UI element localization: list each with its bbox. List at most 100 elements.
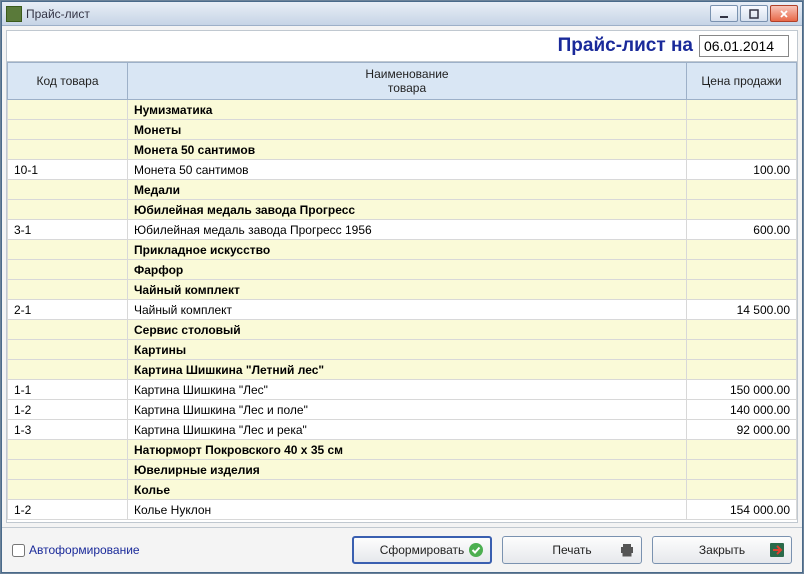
cell-price [687, 180, 797, 200]
cell-name: Юбилейная медаль завода Прогресс 1956 [128, 220, 687, 240]
footer-buttons: Сформировать Печать Закрыть [352, 536, 792, 564]
col-code[interactable]: Код товара [8, 63, 128, 100]
cell-price [687, 120, 797, 140]
cell-code [8, 340, 128, 360]
cell-code: 1-2 [8, 400, 128, 420]
minimize-button[interactable] [710, 5, 738, 22]
close-icon [778, 8, 790, 20]
print-button[interactable]: Печать [502, 536, 642, 564]
check-icon [468, 542, 484, 558]
col-price-label: Цена продажи [701, 74, 781, 88]
cell-name: Монета 50 сантимов [128, 140, 687, 160]
table-row[interactable]: Монета 50 сантимов [8, 140, 797, 160]
cell-code [8, 140, 128, 160]
table-row[interactable]: Ювелирные изделия [8, 460, 797, 480]
window-title: Прайс-лист [26, 7, 710, 21]
col-name[interactable]: Наименование товара [128, 63, 687, 100]
print-icon [619, 542, 635, 558]
date-input[interactable] [699, 35, 789, 57]
col-price[interactable]: Цена продажи [687, 63, 797, 100]
table-row[interactable]: 2-1Чайный комплект14 500.00 [8, 300, 797, 320]
col-name-label-1: Наименование [134, 67, 680, 81]
cell-name: Монета 50 сантимов [128, 160, 687, 180]
cell-code: 10-1 [8, 160, 128, 180]
table-row[interactable]: 1-3Картина Шишкина "Лес и река"92 000.00 [8, 420, 797, 440]
cell-name: Медали [128, 180, 687, 200]
cell-code [8, 460, 128, 480]
cell-name: Ювелирные изделия [128, 460, 687, 480]
maximize-icon [748, 8, 760, 20]
cell-price [687, 100, 797, 120]
table-row[interactable]: Медали [8, 180, 797, 200]
autoform-checkbox-wrap[interactable]: Автоформирование [12, 543, 140, 557]
cell-name: Чайный комплект [128, 280, 687, 300]
cell-price [687, 440, 797, 460]
autoform-checkbox[interactable] [12, 544, 25, 557]
cell-name: Юбилейная медаль завода Прогресс [128, 200, 687, 220]
close-label: Закрыть [699, 543, 745, 557]
cell-price [687, 480, 797, 500]
cell-name: Монеты [128, 120, 687, 140]
cell-price [687, 280, 797, 300]
app-icon [6, 6, 22, 22]
content-panel: Прайс-лист на Код товара Наименование то… [6, 30, 798, 523]
cell-price: 600.00 [687, 220, 797, 240]
table-row[interactable]: 1-2Картина Шишкина "Лес и поле"140 000.0… [8, 400, 797, 420]
table-row[interactable]: 1-2Колье Нуклон154 000.00 [8, 500, 797, 520]
price-table: Код товара Наименование товара Цена прод… [7, 62, 797, 520]
cell-name: Нумизматика [128, 100, 687, 120]
table-row[interactable]: Фарфор [8, 260, 797, 280]
table-row[interactable]: Юбилейная медаль завода Прогресс [8, 200, 797, 220]
cell-code [8, 100, 128, 120]
cell-code [8, 280, 128, 300]
cell-price: 140 000.00 [687, 400, 797, 420]
header-row: Прайс-лист на [7, 31, 797, 61]
maximize-button[interactable] [740, 5, 768, 22]
cell-name: Картина Шишкина "Лес" [128, 380, 687, 400]
close-button[interactable]: Закрыть [652, 536, 792, 564]
cell-name: Натюрморт Покровского 40 х 35 см [128, 440, 687, 460]
table-row[interactable]: Картины [8, 340, 797, 360]
cell-code: 1-1 [8, 380, 128, 400]
table-row[interactable]: Нумизматика [8, 100, 797, 120]
generate-label: Сформировать [380, 543, 465, 557]
table-row[interactable]: Прикладное искусство [8, 240, 797, 260]
generate-button[interactable]: Сформировать [352, 536, 492, 564]
cell-code: 2-1 [8, 300, 128, 320]
table-row[interactable]: 10-1Монета 50 сантимов100.00 [8, 160, 797, 180]
cell-price [687, 200, 797, 220]
table-row[interactable]: Натюрморт Покровского 40 х 35 см [8, 440, 797, 460]
exit-icon [769, 542, 785, 558]
cell-name: Сервис столовый [128, 320, 687, 340]
window-controls [710, 5, 798, 22]
cell-price [687, 140, 797, 160]
cell-code [8, 120, 128, 140]
table-row[interactable]: Сервис столовый [8, 320, 797, 340]
cell-name: Прикладное искусство [128, 240, 687, 260]
cell-code [8, 440, 128, 460]
cell-price [687, 340, 797, 360]
cell-code [8, 180, 128, 200]
cell-name: Картины [128, 340, 687, 360]
price-grid[interactable]: Код товара Наименование товара Цена прод… [7, 62, 797, 522]
cell-code [8, 320, 128, 340]
table-row[interactable]: Чайный комплект [8, 280, 797, 300]
cell-name: Колье [128, 480, 687, 500]
cell-code [8, 200, 128, 220]
cell-price [687, 320, 797, 340]
cell-price: 154 000.00 [687, 500, 797, 520]
table-row[interactable]: Колье [8, 480, 797, 500]
table-row[interactable]: Картина Шишкина "Летний лес" [8, 360, 797, 380]
close-window-button[interactable] [770, 5, 798, 22]
table-row[interactable]: 3-1Юбилейная медаль завода Прогресс 1956… [8, 220, 797, 240]
minimize-icon [718, 8, 730, 20]
footer: Автоформирование Сформировать Печать Зак… [2, 527, 802, 572]
cell-price [687, 360, 797, 380]
titlebar[interactable]: Прайс-лист [2, 2, 802, 26]
print-label: Печать [552, 543, 591, 557]
autoform-label: Автоформирование [29, 543, 140, 557]
table-row[interactable]: Монеты [8, 120, 797, 140]
table-row[interactable]: 1-1Картина Шишкина "Лес"150 000.00 [8, 380, 797, 400]
cell-price: 92 000.00 [687, 420, 797, 440]
cell-code [8, 480, 128, 500]
